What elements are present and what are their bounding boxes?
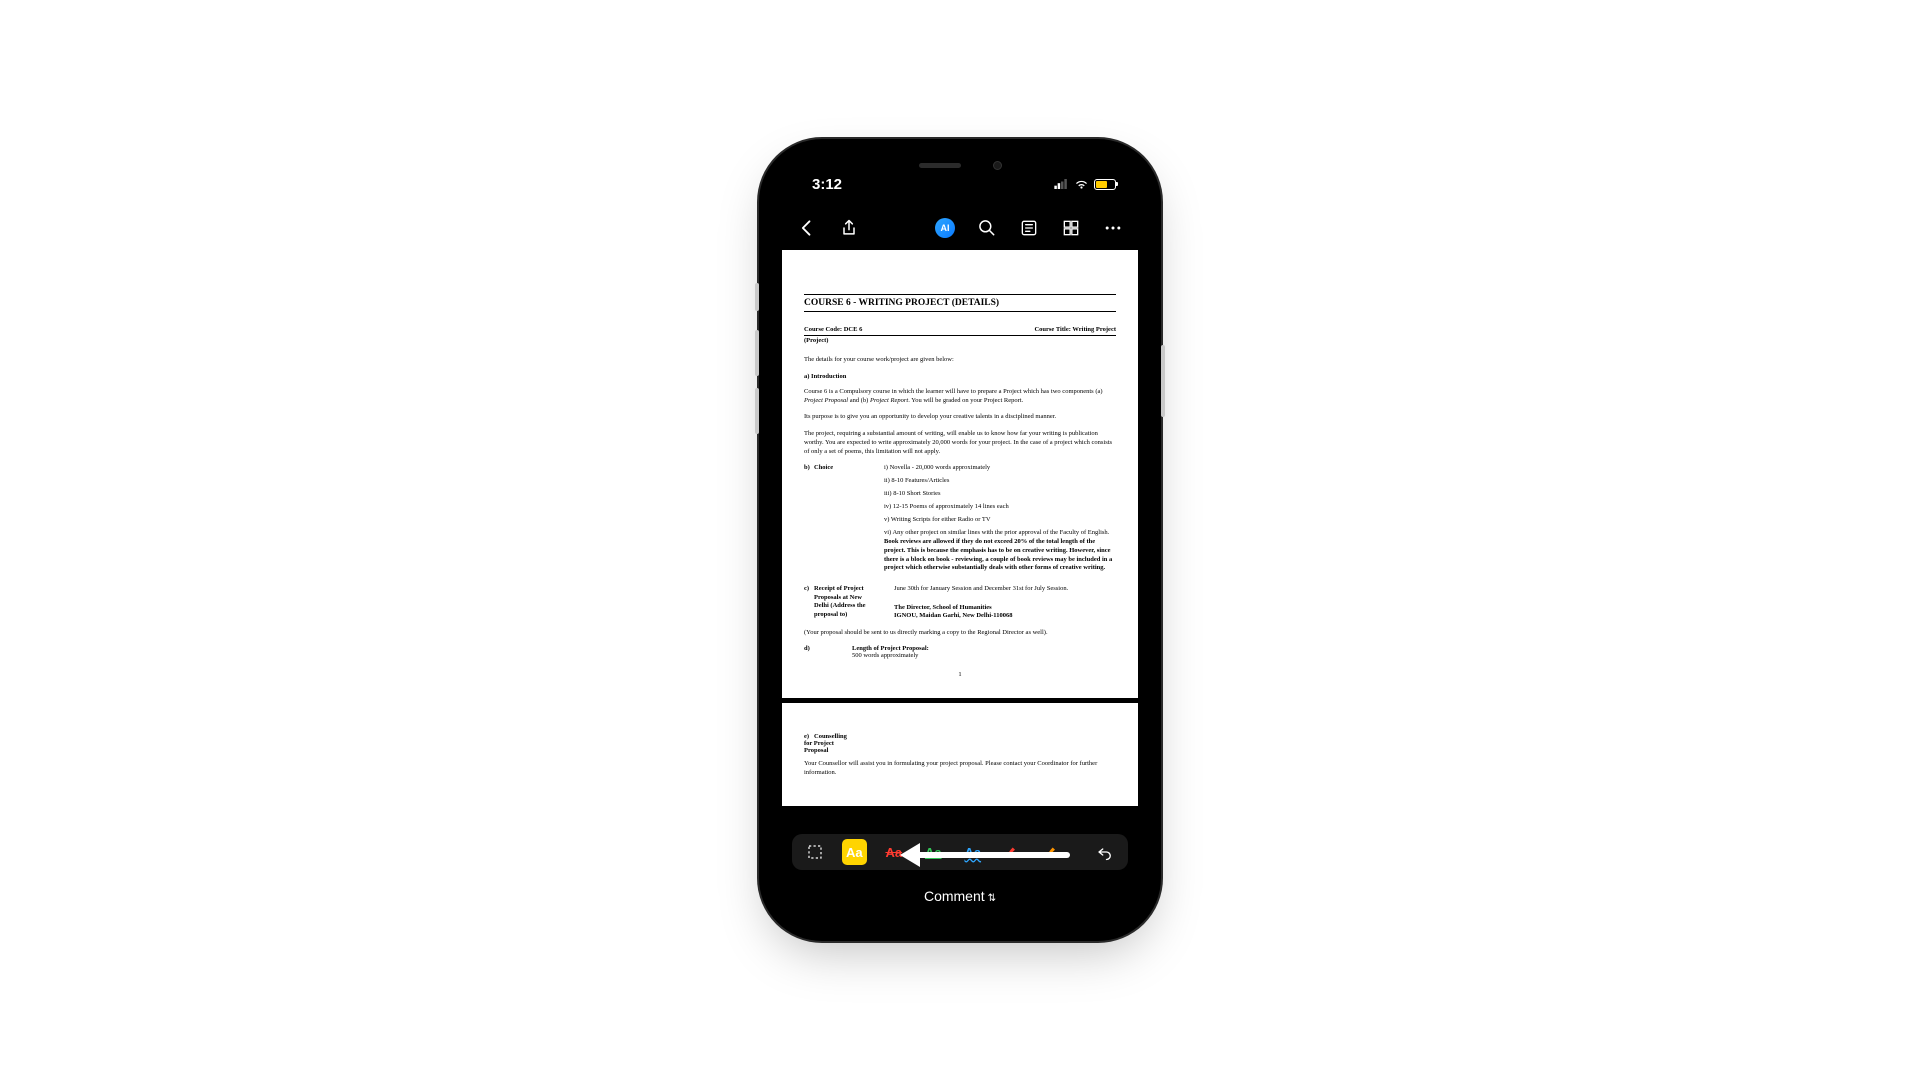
receipt-letter: c) [804, 585, 814, 593]
counselling-para: Your Counsellor will assist you in formu… [804, 760, 1116, 778]
notch [872, 150, 1048, 180]
app-toolbar: AI [782, 206, 1138, 250]
status-time: 3:12 [804, 176, 842, 193]
para1-a: Course 6 is a Compulsory course in which… [804, 388, 1103, 395]
back-button[interactable] [796, 217, 818, 239]
choice-vi-bold: Book reviews are allowed if they do not … [884, 538, 1112, 571]
choice-vi: vi) Any other project on similar lines w… [884, 529, 1116, 573]
para-1: Course 6 is a Compulsory course in which… [804, 388, 1116, 406]
para1-c: . You will be graded on your Project Rep… [908, 397, 1023, 404]
speaker-grille [919, 163, 961, 168]
choice-letter: b) [804, 464, 814, 471]
course-meta-row: Course Code: DCE 6 Course Title: Writing… [804, 326, 1116, 336]
more-button[interactable] [1102, 217, 1124, 239]
underline-tool[interactable]: Aa [960, 839, 986, 865]
length-value: 500 words approximately [852, 652, 918, 659]
area-select-tool[interactable] [802, 839, 828, 865]
marker-tool[interactable] [1039, 839, 1065, 865]
annotation-toolbar: Aa Aa Aa Aa [792, 834, 1128, 870]
screen: 3:12 AI [782, 162, 1138, 918]
para1-proposal: Project Proposal [804, 397, 848, 404]
battery-fill [1096, 181, 1107, 188]
status-right [1053, 179, 1116, 190]
document-viewport[interactable]: COURSE 6 - WRITING PROJECT (DETAILS) Cou… [782, 250, 1138, 828]
page-number: 1 [804, 671, 1116, 678]
length-label: Length of Project Proposal: [852, 645, 929, 652]
choice-iii: iii) 8-10 Short Stories [884, 490, 1116, 497]
undo-button[interactable] [1093, 839, 1119, 865]
choice-word: Choice [814, 464, 833, 471]
outline-button[interactable] [1018, 217, 1040, 239]
wifi-icon [1074, 179, 1089, 190]
ai-icon: AI [935, 218, 955, 238]
receipt-addr1: The Director, School of Humanities [894, 604, 1116, 612]
course-code: Course Code: DCE 6 [804, 326, 862, 333]
search-button[interactable] [976, 217, 998, 239]
ai-button[interactable]: AI [934, 217, 956, 239]
receipt-addr2: IGNOU, Maidan Garhi, New Delhi-110068 [894, 612, 1116, 620]
power-button [1161, 345, 1165, 417]
length-letter: d) [804, 645, 814, 652]
highlight-tool[interactable]: Aa [842, 839, 868, 865]
volume-down [755, 388, 759, 434]
choice-row: b)Choice i) Novella - 20,000 words appro… [804, 464, 1116, 579]
counselling-head-row: e)Counselling for Project Proposal [804, 733, 1116, 754]
para-2: Its purpose is to give you an opportunit… [804, 413, 1116, 422]
receipt-row: c)Receipt of Project Proposals at New De… [804, 585, 1116, 620]
volume-up [755, 330, 759, 376]
strikethrough-tool[interactable]: Aa [881, 839, 907, 865]
share-button[interactable] [838, 217, 860, 239]
receipt-label: Receipt of Project Proposals at New Delh… [814, 585, 866, 617]
receipt-note: (Your proposal should be sent to us dire… [804, 629, 1116, 638]
comment-label: Comment [924, 888, 985, 904]
counselling-letter: e) [804, 733, 814, 740]
section-a-head: a) Introduction [804, 373, 1116, 380]
receipt-dates: June 30th for January Session and Decemb… [894, 585, 1116, 593]
choice-v: v) Writing Scripts for either Radio or T… [884, 516, 1116, 523]
course-title: Course Title: Writing Project [1034, 326, 1116, 333]
doc-title: COURSE 6 - WRITING PROJECT (DETAILS) [804, 294, 1116, 312]
details-intro: The details for your course work/project… [804, 356, 1116, 365]
para-3: The project, requiring a substantial amo… [804, 430, 1116, 456]
choice-iv: iv) 12-15 Poems of approximately 14 line… [884, 503, 1116, 510]
cellular-icon [1053, 179, 1069, 189]
battery-icon [1094, 179, 1116, 190]
project-label: (Project) [804, 337, 1116, 344]
para1-report: Project Report [870, 397, 908, 404]
chevron-updown-icon: ⇅ [988, 893, 996, 904]
choice-vi-a: vi) Any other project on similar lines w… [884, 529, 1109, 536]
mute-switch [755, 283, 759, 311]
grid-button[interactable] [1060, 217, 1082, 239]
document-page-1: COURSE 6 - WRITING PROJECT (DETAILS) Cou… [782, 250, 1138, 698]
squiggly-tool[interactable]: Aa [921, 839, 947, 865]
phone-frame: 3:12 AI [770, 150, 1150, 930]
comment-mode-button[interactable]: Comment⇅ [782, 888, 1138, 904]
document-page-2: e)Counselling for Project Proposal Your … [782, 703, 1138, 806]
front-camera [993, 161, 1002, 170]
choice-i: i) Novella - 20,000 words approximately [884, 464, 1116, 471]
para1-b: and (b) [848, 397, 870, 404]
pen-tool[interactable] [1000, 839, 1026, 865]
choice-ii: ii) 8-10 Features/Articles [884, 477, 1116, 484]
length-row: d) Length of Project Proposal: 500 words… [804, 645, 1116, 659]
